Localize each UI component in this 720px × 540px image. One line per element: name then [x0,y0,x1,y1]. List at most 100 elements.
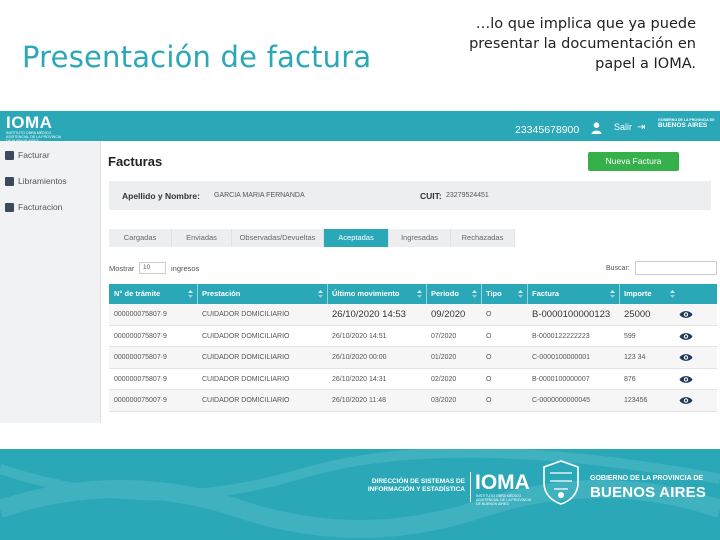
beneficiary-info: Apellido y Nombre: GARCIA MARIA FERNANDA… [109,181,711,210]
show-label: Mostrar [109,264,135,273]
search-input[interactable] [635,261,717,275]
col-prestacion-header[interactable]: Prestación [197,284,327,304]
col-tramite-cell: 000000075807·9 [114,354,167,361]
logout-icon[interactable]: ⇥ [637,122,645,133]
user-id: 23345678900 [515,124,580,136]
invoices-table: N° de trámite Prestación Último movimiento… [109,284,717,412]
col-factura-cell: B-0000100000123 [532,309,611,320]
view-eye-icon[interactable] [679,396,693,405]
table-row[interactable]: 000000075007·9 CUIDADOR DOMICILIARIO 26/10… [109,390,717,412]
col-tramite-cell: 000000075807·9 [114,375,167,383]
col-factura-header[interactable]: Factura [527,284,619,304]
col-periodo-cell: 09/2020 [431,309,466,320]
column-separator [481,284,482,304]
new-invoice-button[interactable]: Nueva Factura [588,152,679,171]
sort-icon[interactable] [472,290,477,298]
tab-enviadas[interactable]: Enviadas [172,229,232,247]
footer-ioma-logo: IOMA [475,471,530,494]
document-icon [5,150,14,160]
table-row[interactable]: 000000075807·9 CUIDADOR DOMICILIARIO 26/10… [109,347,717,369]
sort-icon[interactable] [318,290,323,298]
col-factura-cell: C-0000000000045 [532,397,590,404]
main-content: Facturas Nueva Factura Apellido y Nombre… [101,141,720,423]
col-tramite-header[interactable]: N° de trámite [109,284,197,304]
ioma-logo[interactable]: IOMA INSTITUTO OBRA MÉDICO ASISTENCIAL D… [6,113,66,143]
col-tipo-cell: O [486,397,492,404]
footer-divider [470,472,471,502]
column-separator [619,284,620,304]
tab-observadas-devueltas[interactable]: Observadas/Devueltas [232,229,324,247]
col-tipo-cell: O [486,354,492,361]
col-importe-cell: 123456 [624,397,648,404]
sort-icon[interactable] [670,290,675,298]
col-periodo-cell: 02/2020 [431,375,457,383]
sidebar-item-label: Facturacion [18,202,63,212]
slide-note: …lo que implica que ya puede presentar l… [469,16,696,72]
page-title: Facturas [108,154,163,169]
col-ultimo-movimiento-header[interactable]: Último movimiento [327,284,426,304]
folder-icon [5,202,14,212]
view-eye-icon[interactable] [679,375,693,384]
col-ultimo-movimiento-cell: 26/10/2020 11:48 [332,397,386,404]
column-separator [327,284,328,304]
sidebar: Facturar Libramientos Facturacion [0,141,101,423]
tab-cargadas[interactable]: Cargadas [109,229,172,247]
slide-title: Presentación de factura [22,40,372,74]
sort-icon[interactable] [417,290,422,298]
sort-icon[interactable] [518,290,523,298]
table-row[interactable]: 000000075807·9 CUIDADOR DOMICILIARIO 26/10… [109,304,717,326]
footer-direction-line2: INFORMACIÓN Y ESTADÍSTICA [367,486,465,493]
users-icon [5,176,14,186]
col-prestacion-cell: CUIDADOR DOMICILIARIO [202,332,290,340]
col-tramite-cell: 000000075007·9 [114,397,167,404]
col-ultimo-movimiento-cell: 26/10/2020 14:53 [332,309,406,320]
col-importe-cell: 25000 [624,309,651,320]
sort-icon[interactable] [610,290,615,298]
gov-badge: GOBIERNO DE LA PROVINCIA DE BUENOS AIRES [658,118,715,129]
col-ultimo-movimiento-cell: 26/10/2020 14:31 [332,375,387,383]
table-header: N° de trámite Prestación Último movimiento… [109,284,717,304]
col-factura-cell: C-0000100000001 [532,354,590,361]
footer-direction: DIRECCIÓN DE SISTEMAS DE INFORMACIÓN Y E… [355,478,465,494]
col-tipo-cell: O [486,375,492,383]
sidebar-item-libramientos[interactable]: Libramientos [5,174,67,188]
col-importe-cell: 599 [624,332,636,340]
footer-gov-line1: GOBIERNO DE LA PROVINCIA DE [590,475,704,482]
col-tramite-cell: 000000075807·9 [114,332,167,340]
status-tabs: Cargadas Enviadas Observadas/Devueltas A… [109,229,515,247]
view-eye-icon[interactable] [679,332,693,341]
col-periodo-cell: 03/2020 [431,397,457,404]
col-prestacion-cell: CUIDADOR DOMICILIARIO [202,354,290,361]
user-icon[interactable] [591,122,602,134]
col-prestacion-cell: CUIDADOR DOMICILIARIO [202,311,290,318]
tab-rechazadas[interactable]: Rechazadas [451,229,515,247]
sidebar-item-label: Facturar [18,150,50,160]
footer: DIRECCIÓN DE SISTEMAS DE INFORMACIÓN Y E… [0,449,720,540]
table-row[interactable]: 000000075807·9 CUIDADOR DOMICILIARIO 26/10… [109,369,717,390]
search-label: Buscar: [606,265,630,272]
col-prestacion-cell: CUIDADOR DOMICILIARIO [202,397,290,404]
col-factura-cell: B-0000100000007 [532,375,590,383]
page-size-select[interactable]: 10 [139,262,166,274]
col-factura-cell: B-0000122222223 [532,332,590,340]
view-eye-icon[interactable] [679,310,693,319]
sidebar-item-label: Libramientos [18,176,67,186]
col-importe-cell: 876 [624,375,636,383]
col-prestacion-cell: CUIDADOR DOMICILIARIO [202,375,290,383]
view-eye-icon[interactable] [679,353,693,362]
col-periodo-cell: 01/2020 [431,354,457,361]
tab-ingresadas[interactable]: Ingresadas [389,229,451,247]
footer-direction-line1: DIRECCIÓN DE SISTEMAS DE [371,478,465,485]
tab-aceptadas[interactable]: Aceptadas [324,229,389,247]
sidebar-item-facturacion[interactable]: Facturacion [5,200,62,214]
sort-icon[interactable] [188,290,193,298]
sidebar-item-facturar[interactable]: Facturar [5,148,50,162]
logout-button[interactable]: Salir [614,122,632,132]
table-body: 000000075807·9 CUIDADOR DOMICILIARIO 26/10… [109,304,717,412]
column-separator [197,284,198,304]
logo-text: IOMA [6,113,53,132]
table-row[interactable]: 000000075807·9 CUIDADOR DOMICILIARIO 26/10… [109,326,717,347]
name-value: GARCIA MARIA FERNANDA [214,192,305,199]
col-importe-cell: 123 34 [624,354,646,361]
footer-gov-line2: BUENOS AIRES [590,484,707,501]
